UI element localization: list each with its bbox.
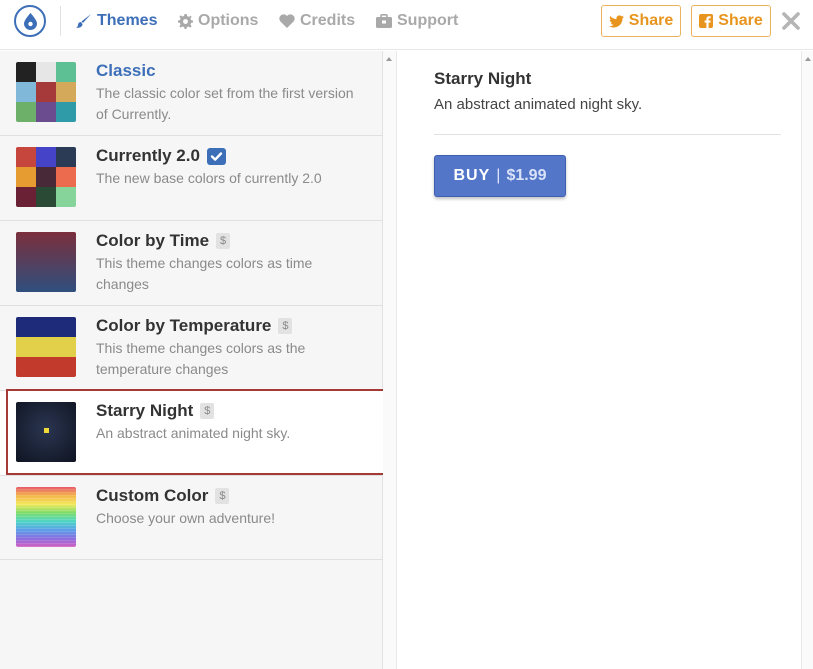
tab-support-label: Support bbox=[397, 12, 459, 29]
theme-description: The new base colors of currently 2.0 bbox=[96, 170, 322, 186]
theme-title: Starry Night $ bbox=[96, 401, 215, 421]
theme-title: Color by Temperature $ bbox=[96, 316, 293, 336]
detail-title: Starry Night bbox=[434, 69, 532, 88]
paid-badge: $ bbox=[200, 403, 215, 419]
color-by-temperature-swatch bbox=[16, 317, 76, 377]
scroll-up-arrow[interactable] bbox=[386, 57, 392, 61]
theme-item-color-by-time[interactable]: Color by Time $ This theme changes color… bbox=[0, 221, 383, 306]
tab-themes[interactable]: Themes bbox=[76, 12, 157, 30]
facebook-share-button[interactable]: Share bbox=[691, 5, 771, 37]
heart-icon bbox=[279, 14, 295, 28]
header-divider bbox=[60, 6, 61, 36]
buy-separator: | bbox=[496, 167, 501, 184]
theme-description: Choose your own adventure! bbox=[96, 510, 275, 526]
paid-badge: $ bbox=[278, 318, 293, 334]
twitter-share-label: Share bbox=[628, 12, 674, 29]
detail-description: An abstract animated night sky. bbox=[434, 96, 643, 113]
gear-icon bbox=[178, 13, 193, 29]
close-icon[interactable] bbox=[781, 11, 801, 31]
detail-divider bbox=[434, 134, 781, 135]
theme-description: This theme changes colors as time change… bbox=[96, 255, 313, 292]
theme-item-custom-color[interactable]: Custom Color $ Choose your own adventure… bbox=[0, 476, 383, 560]
buy-button[interactable]: BUY | $1.99 bbox=[434, 155, 566, 197]
buy-price: $1.99 bbox=[506, 167, 547, 184]
tab-themes-label: Themes bbox=[97, 12, 158, 29]
theme-title: Classic bbox=[96, 61, 156, 80]
tab-credits[interactable]: Credits bbox=[279, 12, 355, 30]
theme-title: Color by Time $ bbox=[96, 231, 231, 251]
theme-item-currently[interactable]: Currently 2.0 The new base colors of cur… bbox=[0, 136, 383, 221]
buy-label: BUY bbox=[453, 167, 491, 184]
top-bar: Themes Options Credits Support Share Sha… bbox=[0, 0, 813, 50]
theme-item-color-by-temperature[interactable]: Color by Temperature $ This theme change… bbox=[0, 306, 383, 391]
currently-swatch bbox=[16, 147, 76, 207]
classic-swatch bbox=[16, 62, 76, 122]
starry-night-swatch bbox=[16, 402, 76, 462]
theme-title: Currently 2.0 bbox=[96, 146, 226, 166]
twitter-share-button[interactable]: Share bbox=[601, 5, 681, 37]
theme-description: An abstract animated night sky. bbox=[96, 425, 291, 441]
theme-detail-panel: Starry Night An abstract animated night … bbox=[398, 51, 801, 669]
theme-item-starry-night[interactable]: Starry Night $ An abstract animated nigh… bbox=[0, 391, 383, 476]
theme-title: Custom Color $ bbox=[96, 486, 230, 506]
theme-item-classic[interactable]: Classic The classic color set from the f… bbox=[0, 51, 383, 136]
tab-credits-label: Credits bbox=[300, 12, 356, 29]
theme-description: This theme changes colors as the tempera… bbox=[96, 340, 306, 377]
brush-icon bbox=[76, 14, 91, 28]
theme-list: Classic The classic color set from the f… bbox=[0, 51, 385, 669]
custom-color-swatch bbox=[16, 487, 76, 547]
list-scrollbar[interactable] bbox=[383, 51, 397, 669]
theme-description: The classic color set from the first ver… bbox=[96, 85, 354, 122]
paid-badge: $ bbox=[215, 488, 230, 504]
twitter-icon bbox=[608, 14, 624, 27]
briefcase-icon bbox=[376, 14, 392, 28]
tab-options-label: Options bbox=[198, 12, 259, 29]
star-icon bbox=[44, 428, 49, 433]
detail-scrollbar[interactable] bbox=[801, 51, 813, 669]
color-by-time-swatch bbox=[16, 232, 76, 292]
paid-badge: $ bbox=[216, 233, 231, 249]
scroll-up-arrow[interactable] bbox=[805, 57, 811, 61]
checkmark-icon bbox=[206, 147, 226, 165]
tab-support[interactable]: Support bbox=[376, 12, 458, 30]
facebook-share-label: Share bbox=[718, 12, 763, 29]
facebook-icon bbox=[699, 14, 714, 28]
tab-options[interactable]: Options bbox=[178, 12, 258, 30]
drop-icon[interactable] bbox=[14, 5, 46, 37]
